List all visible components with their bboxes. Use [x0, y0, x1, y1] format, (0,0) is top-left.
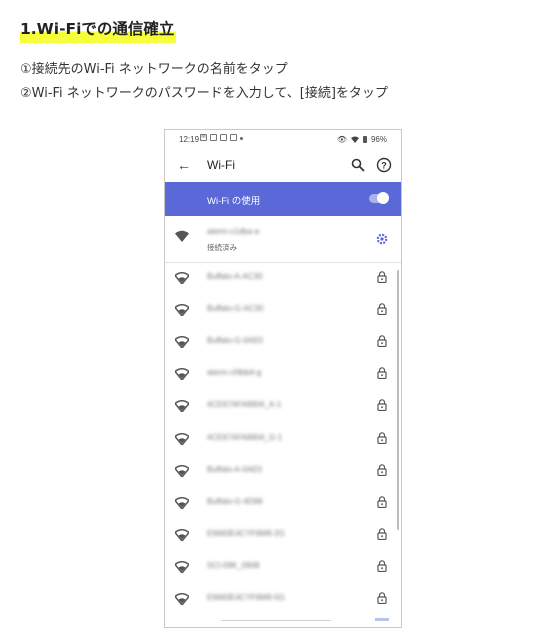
network-row[interactable]: E6683E4CYF8M9-5G	[165, 583, 401, 615]
battery-percent: 96%	[370, 135, 387, 144]
connected-network-row[interactable]: aterm-c1dba-a 接続済み	[165, 216, 401, 263]
network-row[interactable]: 4CE67AFA8904_G-1	[165, 423, 401, 455]
section-heading: 1.Wi-Fiでの通信確立	[20, 16, 177, 43]
lock-icon	[377, 560, 387, 572]
network-row[interactable]: Buffalo-G-AC30	[165, 294, 401, 326]
network-name: Buffalo-A-AC30	[207, 272, 263, 281]
step-2-text: ②Wi-Fi ネットワークのパスワードを入力して、[接続]をタップ	[20, 86, 388, 101]
network-row[interactable]: Buffalo-A-AC30	[165, 262, 401, 294]
cut-off-row	[221, 620, 331, 625]
wifi-icon	[175, 368, 189, 381]
wifi-icon	[175, 230, 189, 242]
status-bar: 12:19 ✉ 👁 96%	[165, 130, 401, 150]
network-row[interactable]: Buffalo-A-0AE0	[165, 455, 401, 487]
app-icon	[210, 134, 217, 141]
lock-icon	[377, 463, 387, 476]
network-row[interactable]: E6683E4CYF8M9-2G	[165, 519, 401, 551]
connected-network-name: aterm-c1dba-a	[207, 227, 260, 236]
network-name: Buffalo-A-0AE0	[207, 464, 262, 474]
lock-icon	[377, 495, 387, 508]
wifi-icon	[175, 528, 189, 541]
wifi-signal-icon	[350, 136, 359, 143]
more-dot-icon	[240, 137, 243, 140]
lock-icon	[377, 399, 387, 412]
status-time: 12:19	[179, 135, 200, 144]
network-row[interactable]: aterm-cf4bb4-g	[165, 358, 401, 390]
phone-screenshot: 12:19 ✉ 👁 96% ← Wi-Fi ? Wi-Fi の使用 aterm-…	[164, 129, 402, 628]
search-icon[interactable]	[351, 158, 365, 172]
network-row[interactable]: Buffalo-G-4D98	[165, 487, 401, 519]
mail-icon: ✉	[200, 134, 207, 141]
network-name: 4CE67AFA8904_A-1	[207, 400, 282, 410]
network-name: aterm-cf4bb4-g	[207, 368, 262, 378]
scrollbar[interactable]	[397, 270, 399, 530]
status-right: 👁 96%	[337, 135, 387, 144]
wifi-icon	[175, 336, 189, 349]
wifi-icon	[175, 560, 189, 573]
lock-icon	[377, 367, 387, 380]
network-name: 4CE67AFA8904_G-1	[207, 432, 283, 442]
network-name: E6683E4CYF8M9-5G	[207, 593, 285, 602]
step-1-text: ①接続先のWi-Fi ネットワークの名前をタップ	[20, 62, 288, 77]
wifi-icon	[175, 593, 189, 605]
network-name: Buffalo-G-4D98	[207, 496, 263, 506]
battery-icon	[362, 136, 367, 143]
app-toolbar: ← Wi-Fi ?	[165, 150, 401, 182]
wifi-icon	[175, 432, 189, 445]
back-arrow-icon[interactable]: ←	[177, 157, 191, 173]
app-icon	[220, 134, 227, 141]
svg-text:?: ?	[381, 161, 387, 171]
network-name: E6683E4CYF8M9-2G	[207, 528, 285, 538]
network-row[interactable]: 4CE67AFA8904_A-1	[165, 390, 401, 422]
lock-icon	[377, 303, 387, 316]
network-name: Buffalo-G-AC30	[207, 304, 264, 314]
wifi-switch[interactable]	[369, 192, 389, 204]
app-icon	[230, 134, 237, 141]
wifi-icon	[175, 496, 189, 509]
wifi-icon	[175, 464, 189, 477]
lock-icon	[377, 431, 387, 444]
network-row[interactable]: SCI-09K_0908	[165, 551, 401, 583]
eye-icon: 👁	[336, 135, 347, 144]
lock-icon	[377, 528, 387, 540]
cut-off-text-fragment	[375, 618, 389, 621]
page-title: Wi-Fi	[207, 158, 235, 172]
network-name: Buffalo-G-0AE0	[207, 336, 263, 346]
lock-icon	[377, 335, 387, 348]
lock-icon	[377, 592, 387, 604]
network-row[interactable]: Buffalo-G-0AE0	[165, 326, 401, 358]
wifi-icon	[175, 304, 189, 317]
connected-status: 接続済み	[207, 243, 237, 252]
wifi-icon	[175, 272, 189, 284]
gear-icon[interactable]	[376, 233, 388, 245]
wifi-toggle-label: Wi-Fi の使用	[207, 196, 261, 207]
network-name: SCI-09K_0908	[207, 560, 260, 570]
switch-knob	[377, 192, 389, 204]
wifi-icon	[175, 400, 189, 413]
wifi-toggle-row[interactable]: Wi-Fi の使用	[165, 182, 401, 216]
lock-icon	[377, 271, 387, 283]
notification-icons: ✉	[200, 134, 243, 141]
help-icon[interactable]: ?	[376, 157, 392, 173]
